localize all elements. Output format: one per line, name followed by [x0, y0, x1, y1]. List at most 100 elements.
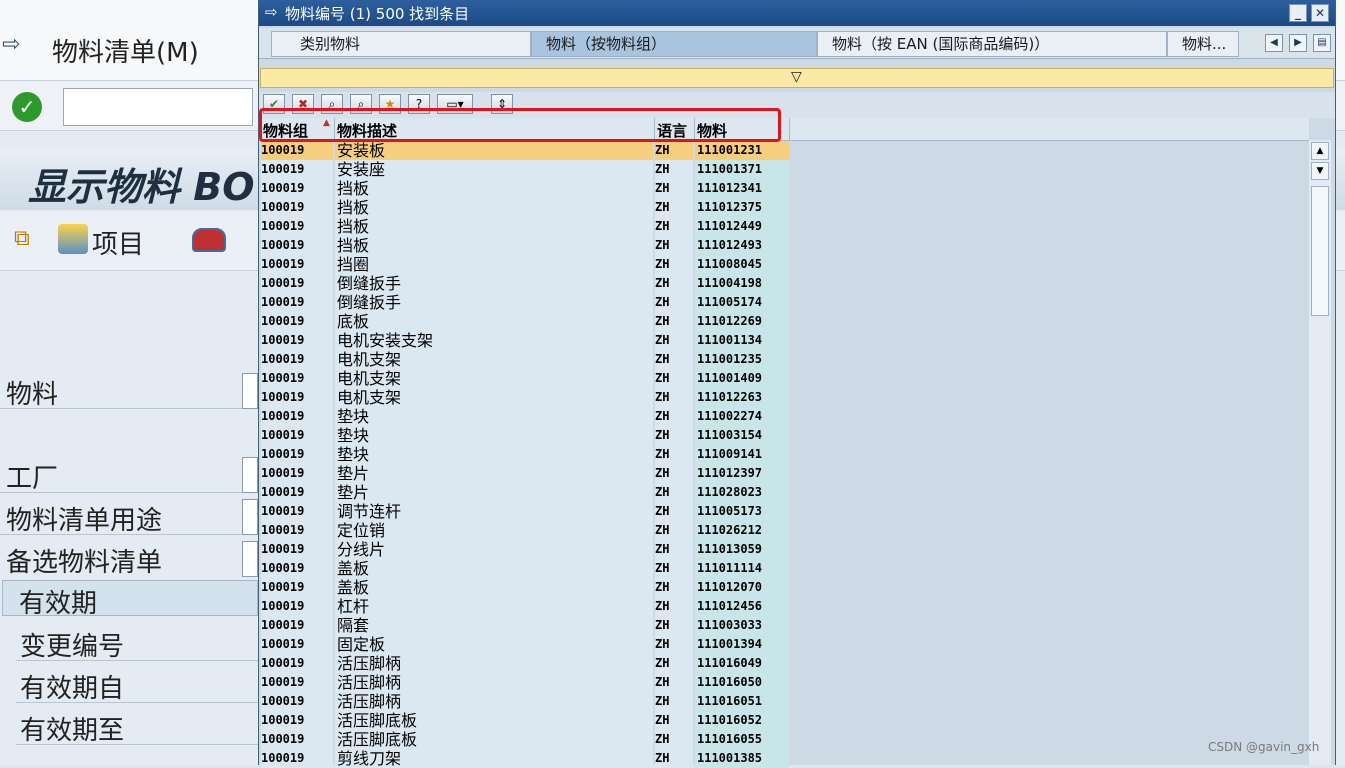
table-row[interactable]: 100019 活压脚底板 ZH 111016055: [259, 730, 1309, 749]
cell-description: 盖板: [335, 559, 653, 578]
cell-material: 111011114: [695, 559, 789, 578]
exit-icon[interactable]: ⇨: [2, 32, 20, 57]
watermark: CSDN @gavin_gxh: [1208, 740, 1320, 754]
cell-language: ZH: [655, 369, 693, 388]
cell-material-group: 100019: [261, 274, 333, 293]
cell-language: ZH: [655, 236, 693, 255]
cell-description: 杠杆: [335, 597, 653, 616]
table-row[interactable]: 100019 垫片 ZH 111012397: [259, 464, 1309, 483]
table-row[interactable]: 100019 底板 ZH 111012269: [259, 312, 1309, 331]
hat-icon[interactable]: [192, 228, 226, 252]
table-row[interactable]: 100019 分线片 ZH 111013059: [259, 540, 1309, 559]
cell-description: 盖板: [335, 578, 653, 597]
popup-exit-icon: ⇨: [265, 3, 278, 21]
tab-prev-icon[interactable]: ◀: [1265, 34, 1283, 52]
bom-usage-input[interactable]: [242, 499, 258, 535]
scroll-down-icon[interactable]: ▼: [1311, 162, 1329, 180]
table-row[interactable]: 100019 定位销 ZH 111026212: [259, 521, 1309, 540]
cell-description: 倒缝扳手: [335, 293, 653, 312]
cell-description: 挡板: [335, 198, 653, 217]
table-row[interactable]: 100019 隔套 ZH 111003033: [259, 616, 1309, 635]
cell-description: 挡圈: [335, 255, 653, 274]
table-row[interactable]: 100019 挡板 ZH 111012449: [259, 217, 1309, 236]
material-input[interactable]: [242, 373, 258, 409]
table-row[interactable]: 100019 盖板 ZH 111012070: [259, 578, 1309, 597]
collapse-triangle-icon[interactable]: ▽: [791, 69, 802, 85]
table-row[interactable]: 100019 电机支架 ZH 111001235: [259, 350, 1309, 369]
cell-description: 底板: [335, 312, 653, 331]
column-separator[interactable]: [789, 118, 790, 140]
tab-material-by-group[interactable]: 物料（按物料组）: [531, 31, 817, 57]
table-row[interactable]: 100019 垫块 ZH 111002274: [259, 407, 1309, 426]
cell-description: 垫片: [335, 483, 653, 502]
tab-material-by-ean[interactable]: 物料（按 EAN (国际商品编码)）: [817, 31, 1167, 57]
items-button-label[interactable]: 项目: [92, 224, 144, 261]
field-label-valid-to: 有效期至: [20, 716, 125, 746]
cell-material: 111012456: [695, 597, 789, 616]
table-row[interactable]: 100019 调节连杆 ZH 111005173: [259, 502, 1309, 521]
command-field[interactable]: [63, 88, 253, 126]
table-row[interactable]: 100019 安装座 ZH 111001371: [259, 160, 1309, 179]
tab-label: 物料（按 EAN (国际商品编码)）: [832, 35, 1050, 53]
cell-language: ZH: [655, 502, 693, 521]
cell-material-group: 100019: [261, 293, 333, 312]
scroll-thumb[interactable]: [1311, 186, 1329, 316]
tab-list-icon[interactable]: ▤: [1313, 34, 1331, 52]
cell-description: 电机支架: [335, 369, 653, 388]
vertical-scrollbar[interactable]: ▲ ▼: [1309, 140, 1331, 765]
cell-material-group: 100019: [261, 369, 333, 388]
table-row[interactable]: 100019 垫块 ZH 111003154: [259, 426, 1309, 445]
enter-check-icon[interactable]: ✓: [12, 92, 42, 122]
cell-material-group: 100019: [261, 445, 333, 464]
cell-language: ZH: [655, 350, 693, 369]
table-row[interactable]: 100019 固定板 ZH 111001394: [259, 635, 1309, 654]
table-row[interactable]: 100019 活压脚柄 ZH 111016051: [259, 692, 1309, 711]
cell-language: ZH: [655, 635, 693, 654]
minimize-button[interactable]: _: [1289, 4, 1307, 22]
cell-language: ZH: [655, 160, 693, 179]
structure-icon[interactable]: ⧉: [14, 226, 30, 251]
table-row[interactable]: 100019 活压脚柄 ZH 111016049: [259, 654, 1309, 673]
cell-description: 垫块: [335, 426, 653, 445]
cell-language: ZH: [655, 464, 693, 483]
table-row[interactable]: 100019 挡板 ZH 111012341: [259, 179, 1309, 198]
bg-menu-title[interactable]: 物料清单(M): [52, 32, 199, 69]
close-button[interactable]: ✕: [1311, 4, 1329, 22]
field-label-plant: 工厂: [6, 464, 59, 494]
alt-bom-input[interactable]: [242, 541, 258, 577]
cell-language: ZH: [655, 312, 693, 331]
table-row[interactable]: 100019 剪线刀架 ZH 111001385: [259, 749, 1309, 768]
scroll-up-icon[interactable]: ▲: [1311, 142, 1329, 160]
plant-input[interactable]: [242, 457, 258, 493]
table-row[interactable]: 100019 安装板 ZH 111001231: [259, 141, 1309, 160]
table-row[interactable]: 100019 倒缝扳手 ZH 111004198: [259, 274, 1309, 293]
table-row[interactable]: 100019 电机支架 ZH 111001409: [259, 369, 1309, 388]
table-row[interactable]: 100019 挡板 ZH 111012493: [259, 236, 1309, 255]
cell-material-group: 100019: [261, 559, 333, 578]
cell-material-group: 100019: [261, 730, 333, 749]
table-row[interactable]: 100019 挡板 ZH 111012375: [259, 198, 1309, 217]
table-row[interactable]: 100019 挡圈 ZH 111008045: [259, 255, 1309, 274]
tab-material-more[interactable]: 物料...: [1167, 31, 1239, 57]
picture-icon[interactable]: [58, 224, 88, 254]
table-row[interactable]: 100019 倒缝扳手 ZH 111005174: [259, 293, 1309, 312]
cell-description: 安装板: [335, 141, 653, 160]
table-row[interactable]: 100019 电机安装支架 ZH 111001134: [259, 331, 1309, 350]
table-row[interactable]: 100019 活压脚底板 ZH 111016052: [259, 711, 1309, 730]
cell-material: 111012493: [695, 236, 789, 255]
table-row[interactable]: 100019 垫块 ZH 111009141: [259, 445, 1309, 464]
table-row[interactable]: 100019 垫片 ZH 111028023: [259, 483, 1309, 502]
table-row[interactable]: 100019 盖板 ZH 111011114: [259, 559, 1309, 578]
tab-next-icon[interactable]: ▶: [1289, 34, 1307, 52]
divider: [0, 492, 258, 493]
table-row[interactable]: 100019 电机支架 ZH 111012263: [259, 388, 1309, 407]
cell-description: 固定板: [335, 635, 653, 654]
restrictions-collapse-bar[interactable]: ▽: [260, 68, 1334, 88]
table-row[interactable]: 100019 杠杆 ZH 111012456: [259, 597, 1309, 616]
cell-material-group: 100019: [261, 255, 333, 274]
cell-material-group: 100019: [261, 312, 333, 331]
table-row[interactable]: 100019 活压脚柄 ZH 111016050: [259, 673, 1309, 692]
cell-material-group: 100019: [261, 673, 333, 692]
tab-class-material[interactable]: 类别物料: [271, 31, 531, 57]
cell-material-group: 100019: [261, 597, 333, 616]
